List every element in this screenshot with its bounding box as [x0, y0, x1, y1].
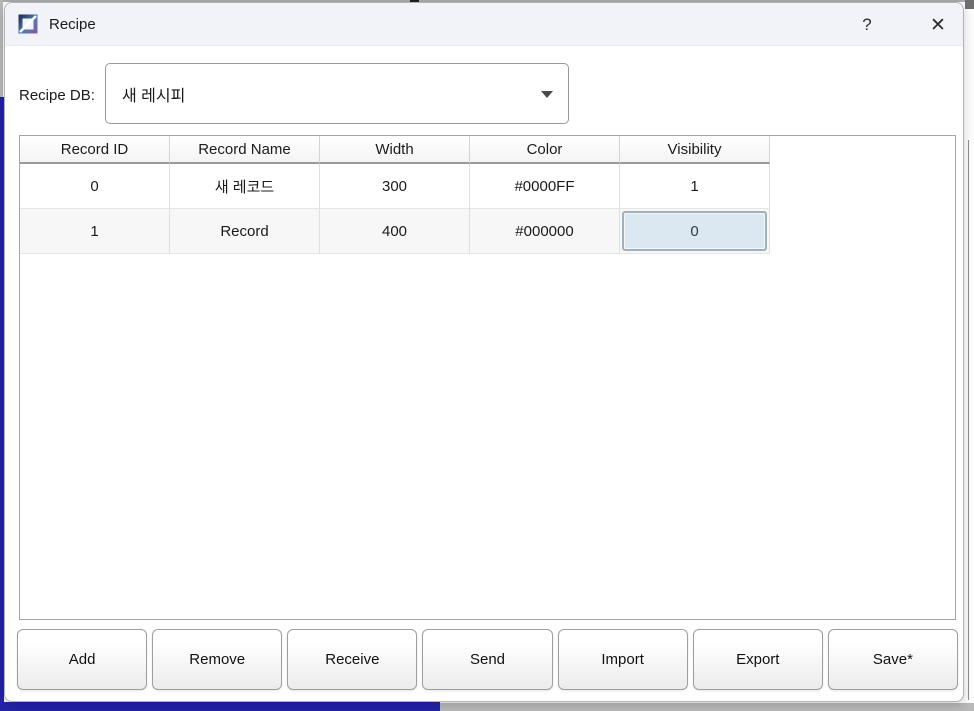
send-button[interactable]: Send [422, 629, 552, 690]
background-right-edge [968, 140, 969, 700]
recipe-db-combobox[interactable]: 새 레시피 [105, 63, 569, 124]
recipe-db-label: Recipe DB: [19, 87, 95, 104]
cell-visibility[interactable]: 1 [620, 164, 770, 209]
column-header-visibility[interactable]: Visibility [620, 136, 770, 164]
cell-record-name[interactable]: 새 레코드 [170, 164, 320, 209]
background-top-right-corner [965, 0, 974, 9]
add-button[interactable]: Add [17, 629, 147, 690]
recipe-db-selected-value: 새 레시피 [122, 82, 185, 106]
action-button-row: Add Remove Receive Send Import Export Sa… [17, 629, 958, 690]
cell-width[interactable]: 400 [320, 209, 470, 254]
column-header-width[interactable]: Width [320, 136, 470, 164]
app-icon [17, 13, 39, 35]
table-row: 1 Record 400 #000000 0 [20, 209, 955, 254]
cell-record-id[interactable]: 1 [20, 209, 170, 254]
table-row: 0 새 레코드 300 #0000FF 1 [20, 164, 955, 209]
cell-color[interactable]: #0000FF [470, 164, 620, 209]
cell-width[interactable]: 300 [320, 164, 470, 209]
help-button[interactable]: ? [848, 10, 886, 40]
column-header-record-id[interactable]: Record ID [20, 136, 170, 164]
help-icon: ? [862, 15, 871, 35]
background-bottom-edge [440, 703, 974, 711]
background-left-edge [0, 0, 3, 97]
background-bottom-accent-edge [0, 702, 440, 711]
cell-record-id[interactable]: 0 [20, 164, 170, 209]
visibility-cell-editor[interactable]: 0 [622, 211, 767, 251]
close-icon: ✕ [930, 14, 946, 37]
export-button[interactable]: Export [693, 629, 823, 690]
title-bar[interactable]: Recipe ? ✕ [5, 3, 963, 46]
column-header-record-name[interactable]: Record Name [170, 136, 320, 164]
cell-color[interactable]: #000000 [470, 209, 620, 254]
window-title: Recipe [49, 16, 96, 33]
close-button[interactable]: ✕ [919, 10, 957, 40]
recipe-dialog: Recipe ? ✕ Recipe DB: 새 레시피 Record ID Re… [4, 2, 964, 702]
import-button[interactable]: Import [558, 629, 688, 690]
chevron-down-icon [541, 91, 553, 98]
table-header-row: Record ID Record Name Width Color Visibi… [20, 136, 955, 164]
record-table: Record ID Record Name Width Color Visibi… [19, 135, 956, 620]
column-header-color[interactable]: Color [470, 136, 620, 164]
cell-record-name[interactable]: Record [170, 209, 320, 254]
cell-visibility-selected[interactable]: 0 [620, 209, 770, 254]
save-button[interactable]: Save* [828, 629, 958, 690]
remove-button[interactable]: Remove [152, 629, 282, 690]
receive-button[interactable]: Receive [287, 629, 417, 690]
